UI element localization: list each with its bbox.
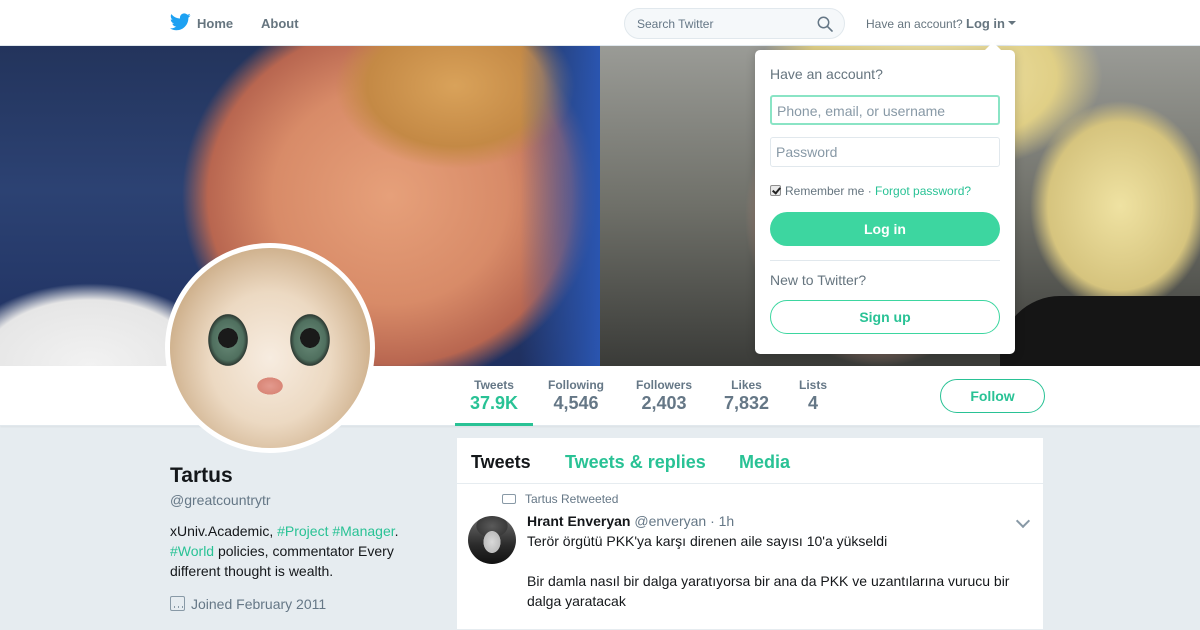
stat-label: Followers: [636, 378, 693, 392]
password-input[interactable]: Password: [770, 137, 1000, 167]
stat-value: 37.9K: [470, 393, 519, 413]
calendar-icon: [170, 596, 185, 611]
timeline: Tweets Tweets & replies Media Tartus Ret…: [456, 437, 1044, 630]
stat-lists[interactable]: Lists 4: [799, 378, 827, 414]
stat-label: Lists: [799, 378, 828, 392]
twitter-bird-icon[interactable]: [170, 13, 191, 31]
new-to-twitter-text: New to Twitter?: [770, 272, 867, 288]
tab-media[interactable]: Media: [739, 452, 790, 473]
forgot-password-link[interactable]: Forgot password?: [875, 184, 971, 198]
stat-likes[interactable]: Likes 7,832: [724, 378, 769, 414]
tweet-author-name[interactable]: Hrant Enveryan: [527, 513, 630, 529]
nav-home-link[interactable]: Home: [197, 16, 233, 31]
login-dropdown-title: Have an account?: [770, 66, 883, 82]
kitten-photo: [170, 248, 370, 448]
hashtag-link[interactable]: #Project: [277, 523, 328, 539]
login-dropdown: Have an account? Phone, email, or userna…: [755, 42, 1015, 354]
timeline-tabs: Tweets Tweets & replies Media: [457, 438, 1043, 484]
joined-date: Joined February 2011: [170, 596, 326, 612]
active-stat-underline: [455, 423, 533, 426]
signup-button[interactable]: Sign up: [770, 300, 1000, 334]
joined-text: Joined February 2011: [191, 596, 327, 612]
profile-name[interactable]: Tartus: [170, 464, 233, 488]
tweet-paragraph: Bir damla nasıl bir dalga yaratıyorsa bi…: [527, 573, 1010, 609]
stat-value: 2,403: [641, 393, 687, 413]
tweet-header: Hrant Enveryan @enveryan · 1h: [527, 513, 734, 529]
stat-following[interactable]: Following 4,546: [548, 378, 604, 414]
retweet-icon: [502, 494, 516, 504]
retweeted-by-text[interactable]: Tartus Retweeted: [525, 492, 618, 506]
hashtag-link[interactable]: #World: [170, 543, 214, 559]
profile-bio: xUniv.Academic, #Project #Manager. #Worl…: [170, 521, 420, 581]
tab-tweets[interactable]: Tweets: [471, 452, 531, 473]
username-input[interactable]: Phone, email, or username: [770, 95, 1000, 125]
tab-tweets-replies[interactable]: Tweets & replies: [565, 452, 706, 473]
bio-text: xUniv.Academic,: [170, 523, 278, 539]
have-account-text: Have an account?: [866, 17, 963, 31]
chevron-down-icon[interactable]: [1015, 513, 1031, 529]
bio-text: .: [394, 523, 399, 539]
login-button[interactable]: Log in: [770, 212, 1000, 246]
remember-me-row: Remember me · Forgot password?: [770, 184, 971, 198]
search-input[interactable]: Search Twitter: [637, 17, 713, 31]
stat-value: 7,832: [724, 393, 770, 413]
dropdown-arrow: [985, 42, 1001, 50]
tweet-author-handle[interactable]: @enveryan: [634, 513, 706, 529]
top-navigation: Home About Search Twitter Have an accoun…: [0, 0, 1200, 46]
stat-label: Tweets: [474, 378, 514, 392]
tweet-author-avatar[interactable]: [468, 516, 516, 564]
stat-tweets[interactable]: Tweets 37.9K: [470, 378, 518, 414]
stat-value: 4: [808, 393, 819, 413]
stat-label: Following: [548, 378, 604, 392]
stat-value: 4,546: [553, 393, 599, 413]
banner-backdrop: [520, 46, 600, 366]
remember-me-label[interactable]: Remember me: [785, 184, 864, 198]
tweet-text: Terör örgütü PKK'ya karşı direnen aile s…: [527, 531, 1027, 630]
retweet-context: Tartus Retweeted: [502, 492, 618, 506]
stat-followers[interactable]: Followers 2,403: [636, 378, 692, 414]
hashtag-link[interactable]: #Manager: [332, 523, 394, 539]
search-icon[interactable]: [817, 16, 833, 32]
remember-me-checkbox[interactable]: [770, 185, 781, 196]
stat-label: Likes: [731, 378, 762, 392]
banner-suit: [1000, 296, 1200, 366]
login-link[interactable]: Log in: [966, 16, 1005, 31]
tweet-timestamp[interactable]: · 1h: [710, 513, 734, 529]
tweet-paragraph: Terör örgütü PKK'ya karşı direnen aile s…: [527, 533, 888, 549]
caret-down-icon[interactable]: [1008, 21, 1016, 25]
search-box[interactable]: Search Twitter: [624, 8, 845, 39]
profile-handle[interactable]: @greatcountrytr: [170, 492, 271, 508]
nav-about-link[interactable]: About: [261, 16, 299, 31]
divider: [770, 260, 1000, 261]
separator-dot: ·: [864, 184, 876, 198]
profile-avatar[interactable]: [165, 243, 375, 453]
follow-button[interactable]: Follow: [940, 379, 1045, 413]
